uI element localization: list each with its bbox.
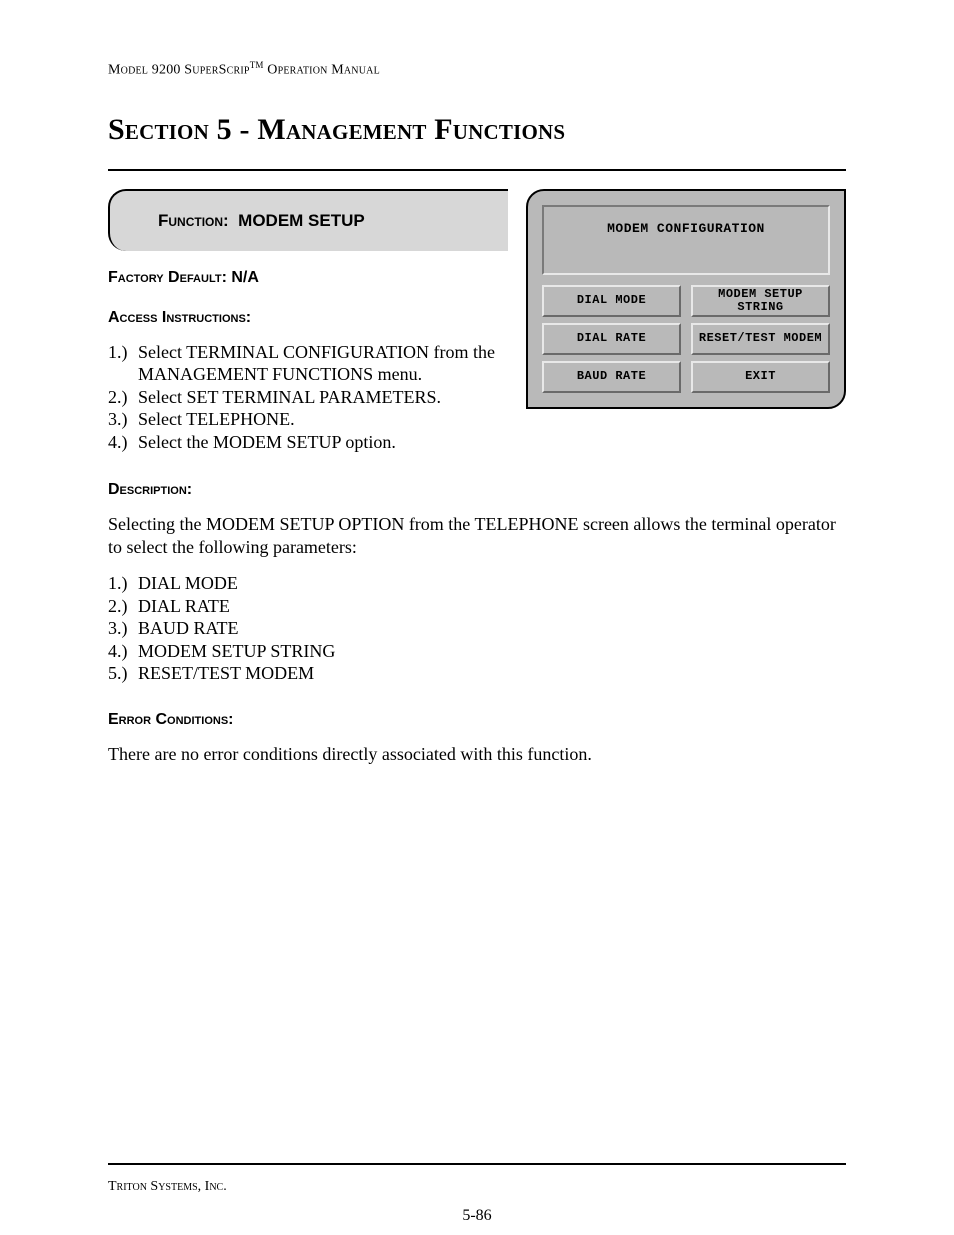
list-text: MODEM SETUP STRING	[138, 640, 846, 663]
description-params-list: 1.) DIAL MODE 2.) DIAL RATE 3.) BAUD RAT…	[108, 572, 846, 685]
function-label: Function:	[158, 211, 229, 230]
panel-title: MODEM CONFIGURATION	[607, 221, 765, 236]
button-label: EXIT	[745, 370, 776, 383]
header-manual: Operation Manual	[264, 63, 380, 78]
list-item: 2.) DIAL RATE	[108, 595, 846, 618]
list-number: 1.)	[108, 341, 138, 386]
button-label: RESET/TEST MODEM	[699, 332, 822, 345]
list-text: DIAL MODE	[138, 572, 846, 595]
modem-setup-string-button[interactable]: MODEM SETUP STRING	[691, 285, 830, 317]
list-number: 1.)	[108, 572, 138, 595]
footer-divider	[108, 1163, 846, 1165]
list-item: 2.) Select SET TERMINAL PARAMETERS.	[108, 386, 516, 409]
footer-company: Triton Systems, Inc.	[108, 1179, 846, 1195]
list-item: 1.) Select TERMINAL CONFIGURATION from t…	[108, 341, 516, 386]
list-text: RESET/TEST MODEM	[138, 662, 846, 685]
list-item: 1.) DIAL MODE	[108, 572, 846, 595]
dial-rate-button[interactable]: DIAL RATE	[542, 323, 681, 355]
access-instructions-label: Access Instructions:	[108, 309, 516, 327]
list-number: 4.)	[108, 431, 138, 454]
list-number: 5.)	[108, 662, 138, 685]
list-number: 2.)	[108, 595, 138, 618]
list-item: 4.) MODEM SETUP STRING	[108, 640, 846, 663]
list-item: 5.) RESET/TEST MODEM	[108, 662, 846, 685]
list-text: BAUD RATE	[138, 617, 846, 640]
list-number: 2.)	[108, 386, 138, 409]
list-text: Select the MODEM SETUP option.	[138, 431, 516, 454]
baud-rate-button[interactable]: BAUD RATE	[542, 361, 681, 393]
header-model: Model 9200 SuperScrip	[108, 63, 250, 78]
list-number: 3.)	[108, 617, 138, 640]
description-label: Description:	[108, 481, 846, 499]
reset-test-modem-button[interactable]: RESET/TEST MODEM	[691, 323, 830, 355]
list-text: Select TELEPHONE.	[138, 408, 516, 431]
list-text: Select SET TERMINAL PARAMETERS.	[138, 386, 516, 409]
dial-mode-button[interactable]: DIAL MODE	[542, 285, 681, 317]
button-label: BAUD RATE	[577, 370, 646, 383]
list-number: 4.)	[108, 640, 138, 663]
button-label: DIAL RATE	[577, 332, 646, 345]
button-label: MODEM SETUP STRING	[693, 288, 828, 313]
modem-config-panel: MODEM CONFIGURATION DIAL MODE MODEM SETU…	[526, 189, 846, 409]
running-header: Model 9200 SuperScripTM Operation Manual	[108, 60, 846, 79]
list-text: DIAL RATE	[138, 595, 846, 618]
list-item: 4.) Select the MODEM SETUP option.	[108, 431, 516, 454]
list-item: 3.) BAUD RATE	[108, 617, 846, 640]
factory-default-value: N/A	[231, 269, 259, 286]
factory-default-label: Factory Default:	[108, 269, 227, 286]
button-label: DIAL MODE	[577, 294, 646, 307]
error-conditions-label: Error Conditions:	[108, 711, 846, 729]
access-steps-list: 1.) Select TERMINAL CONFIGURATION from t…	[108, 341, 516, 454]
trademark-symbol: TM	[250, 60, 264, 70]
list-text: Select TERMINAL CONFIGURATION from the M…	[138, 341, 516, 386]
section-title: Section 5 - Management Functions	[108, 113, 846, 147]
list-item: 3.) Select TELEPHONE.	[108, 408, 516, 431]
function-banner: Function: MODEM SETUP	[108, 189, 508, 251]
list-number: 3.)	[108, 408, 138, 431]
description-text: Selecting the MODEM SETUP OPTION from th…	[108, 513, 846, 558]
function-name: MODEM SETUP	[238, 211, 365, 230]
page-number: 5-86	[108, 1207, 846, 1225]
error-conditions-text: There are no error conditions directly a…	[108, 743, 846, 766]
panel-title-box: MODEM CONFIGURATION	[542, 205, 830, 275]
page-footer: Triton Systems, Inc. 5-86	[108, 1163, 846, 1195]
exit-button[interactable]: EXIT	[691, 361, 830, 393]
factory-default-line: Factory Default: N/A	[108, 269, 516, 287]
section-divider	[108, 169, 846, 171]
